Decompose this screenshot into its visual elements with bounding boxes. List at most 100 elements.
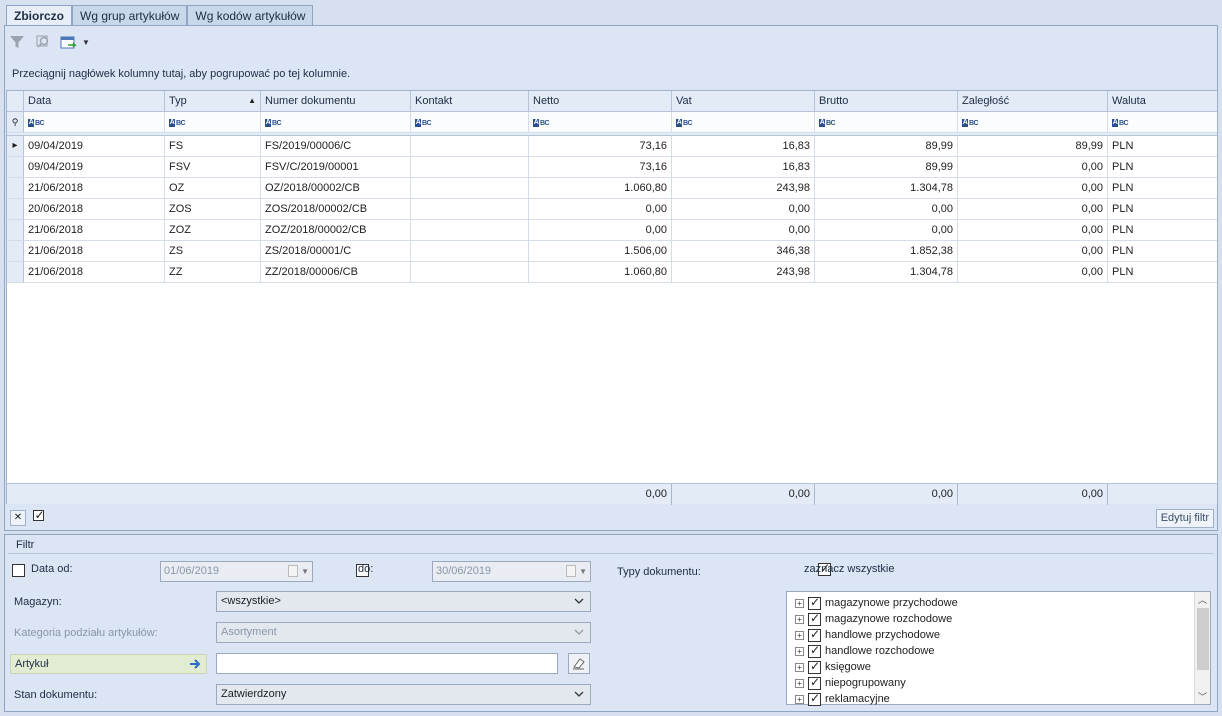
table-row[interactable]: 09/04/2019 FSV FSV/C/2019/00001 73,16 16,83 8…	[7, 157, 1217, 178]
column-header-vat[interactable]: Vat	[672, 91, 815, 112]
cell-waluta: PLN	[1108, 262, 1217, 283]
table-row[interactable]: 21/06/2018 OZ OZ/2018/00002/CB 1.060,80 243,…	[7, 178, 1217, 199]
cell-netto: 0,00	[529, 199, 672, 220]
cell-netto: 73,16	[529, 136, 672, 157]
artykul-button[interactable]: Artykuł	[10, 654, 207, 674]
tree-item-checkbox[interactable]	[808, 691, 821, 706]
column-header-typ[interactable]: Typ ▲	[165, 91, 261, 112]
expand-icon[interactable]: +	[795, 598, 804, 608]
grid-filter-bar: ✕ Edytuj filtr	[6, 507, 1218, 529]
column-header-netto[interactable]: Netto	[529, 91, 672, 112]
column-header-kontakt[interactable]: Kontakt	[411, 91, 529, 112]
date-from-checkbox[interactable]	[12, 564, 25, 577]
kategoria-select[interactable]: Asortyment	[216, 622, 591, 643]
cell-data: 21/06/2018	[24, 241, 165, 262]
cell-netto: 73,16	[529, 157, 672, 178]
expand-icon[interactable]: +	[795, 630, 804, 640]
scroll-up-icon[interactable]: ︿	[1198, 593, 1207, 606]
tree-scrollbar[interactable]: ︿ ﹀	[1194, 592, 1210, 704]
cell-netto: 0,00	[529, 220, 672, 241]
filter-cell-netto[interactable]: A BC	[529, 112, 672, 133]
filter-cell-vat[interactable]: A BC	[672, 112, 815, 133]
cell-data: 21/06/2018	[24, 262, 165, 283]
artykul-input[interactable]	[216, 653, 558, 674]
cell-zaleglosc: 0,00	[958, 241, 1108, 262]
filter-cell-numer[interactable]: A BC	[261, 112, 411, 133]
expand-icon[interactable]: +	[795, 694, 804, 704]
cell-brutto: 89,99	[815, 136, 958, 157]
filter-funnel-icon[interactable]	[8, 33, 26, 51]
column-header-brutto[interactable]: Brutto	[815, 91, 958, 112]
stan-dokumentu-select[interactable]: Zatwierdzony	[216, 684, 591, 705]
tree-item[interactable]: + księgowe	[795, 659, 871, 675]
table-row[interactable]: ▸ 09/04/2019 FS FS/2019/00006/C 73,16 16,83 89…	[7, 136, 1217, 157]
tree-item-checkbox[interactable]	[808, 675, 821, 690]
filter-cell-brutto[interactable]: A BC	[815, 112, 958, 133]
column-header-data[interactable]: Data	[24, 91, 165, 112]
tree-item[interactable]: + magazynowe przychodowe	[795, 595, 958, 611]
column-header-zaleglosc[interactable]: Zaległość	[958, 91, 1108, 112]
filter-cell-data[interactable]: A BC	[24, 112, 165, 133]
filter-cell-typ[interactable]: A BC	[165, 112, 261, 133]
calendar-icon[interactable]	[566, 565, 576, 577]
date-from-value: 01/06/2019	[164, 565, 220, 577]
cell-brutto: 1.304,78	[815, 262, 958, 283]
calendar-icon[interactable]	[288, 565, 298, 577]
tree-item[interactable]: + handlowe przychodowe	[795, 627, 940, 643]
select-all-label: zaznacz wszystkie	[804, 563, 895, 575]
export-grid-icon[interactable]: ▼	[60, 33, 90, 51]
cell-zaleglosc: 89,99	[958, 136, 1108, 157]
search-preview-icon[interactable]	[34, 33, 52, 51]
tree-item-checkbox[interactable]	[808, 611, 821, 626]
cell-data: 09/04/2019	[24, 136, 165, 157]
abc-filter-icon: A BC	[1112, 119, 1129, 128]
tab-wg-grup-artykulow[interactable]: Wg grup artykułów	[72, 5, 188, 26]
kategoria-value: Asortyment	[221, 626, 277, 638]
table-row[interactable]: 21/06/2018 ZS ZS/2018/00001/C 1.506,00 346,3…	[7, 241, 1217, 262]
column-header-numer-dokumentu[interactable]: Numer dokumentu	[261, 91, 411, 112]
edit-filter-button[interactable]: Edytuj filtr	[1155, 509, 1214, 528]
chevron-down-icon[interactable]: ▼	[579, 562, 587, 581]
expand-icon[interactable]: +	[795, 614, 804, 624]
tree-item-checkbox[interactable]	[808, 659, 821, 674]
date-to-field[interactable]: 30/06/2019 ▼	[432, 561, 591, 582]
tree-item[interactable]: + niepogrupowany	[795, 675, 906, 691]
tab-wg-kodow-artykulow[interactable]: Wg kodów artykułów	[187, 5, 314, 26]
tab-zbiorczo[interactable]: Zbiorczo	[6, 5, 72, 27]
tree-item[interactable]: + magazynowe rozchodowe	[795, 611, 952, 627]
date-from-field[interactable]: 01/06/2019 ▼	[160, 561, 313, 582]
cell-vat: 346,38	[672, 241, 815, 262]
table-row[interactable]: 21/06/2018 ZOZ ZOZ/2018/00002/CB 0,00 0,00 0,…	[7, 220, 1217, 241]
expand-icon[interactable]: +	[795, 678, 804, 688]
tree-item-checkbox[interactable]	[808, 627, 821, 642]
grid-toolbar: ▼	[8, 32, 90, 52]
magazyn-select[interactable]: <wszystkie>	[216, 591, 591, 612]
tree-item-label: magazynowe rozchodowe	[825, 613, 953, 625]
chevron-down-icon[interactable]: ▼	[82, 38, 90, 47]
filter-cell-zaleglosc[interactable]: A BC	[958, 112, 1108, 133]
table-row[interactable]: 20/06/2018 ZOS ZOS/2018/00002/CB 0,00 0,00 0,…	[7, 199, 1217, 220]
column-header-waluta[interactable]: Waluta	[1108, 91, 1217, 112]
chevron-down-icon[interactable]: ▼	[301, 562, 309, 581]
cell-waluta: PLN	[1108, 220, 1217, 241]
tree-item[interactable]: + handlowe rozchodowe	[795, 643, 934, 659]
tab-strip: Zbiorczo Wg grup artykułów Wg kodów arty…	[6, 5, 314, 27]
filter-cell-waluta[interactable]: A BC	[1108, 112, 1217, 133]
expand-icon[interactable]: +	[795, 662, 804, 672]
abc-filter-icon: A BC	[169, 119, 186, 128]
clear-filter-icon[interactable]: ✕	[10, 510, 26, 526]
enable-filter-checkbox[interactable]	[30, 508, 46, 526]
scroll-down-icon[interactable]: ﹀	[1198, 690, 1207, 703]
cell-kontakt	[411, 262, 529, 283]
filter-cell-kontakt[interactable]: A BC	[411, 112, 529, 133]
tree-item-checkbox[interactable]	[808, 595, 821, 610]
expand-icon[interactable]: +	[795, 646, 804, 656]
tree-item[interactable]: + reklamacyjne	[795, 691, 890, 707]
tree-item-checkbox[interactable]	[808, 643, 821, 658]
grid-filter-row: ⚲ A BC A BC A BC A BC A BC A BC A BC A BC A BC	[7, 112, 1217, 133]
abc-filter-icon: A BC	[962, 119, 979, 128]
cell-data: 21/06/2018	[24, 220, 165, 241]
eraser-icon[interactable]	[568, 653, 590, 674]
scroll-thumb[interactable]	[1197, 608, 1209, 670]
table-row[interactable]: 21/06/2018 ZZ ZZ/2018/00006/CB 1.060,80 243,…	[7, 262, 1217, 283]
